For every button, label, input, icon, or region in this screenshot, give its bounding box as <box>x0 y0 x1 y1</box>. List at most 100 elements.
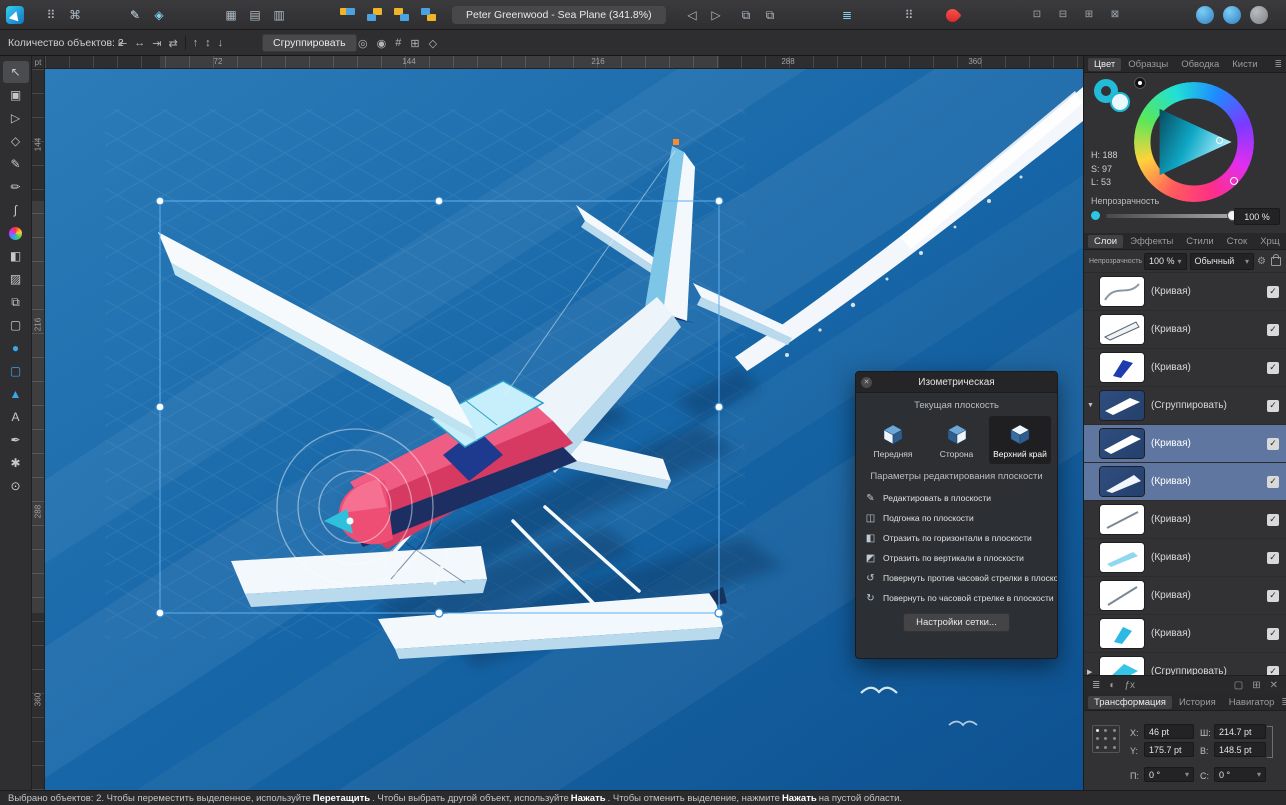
disclosure-triangle-icon[interactable]: ▶ <box>1087 668 1092 676</box>
pixel-grid-icon[interactable]: ⊞ <box>410 37 419 50</box>
horizontal-ruler[interactable]: 72 144 216 288 360 <box>45 56 1083 69</box>
action-edit-in-plane[interactable]: ✎ Редактировать в плоскости <box>856 488 1057 508</box>
node-handle[interactable] <box>673 139 679 145</box>
snap-rows-icon[interactable]: ▤ <box>246 6 264 24</box>
anchor-point-selector[interactable] <box>1092 725 1120 753</box>
align-top-icon[interactable]: ↑ <box>193 37 199 49</box>
insert-on-top-icon[interactable] <box>394 8 411 22</box>
align-middle-icon[interactable]: ↕ <box>205 37 211 49</box>
view-tool[interactable]: ✱ <box>3 452 29 474</box>
text-tool[interactable]: A <box>3 406 29 428</box>
plane-top-button[interactable]: Верхний край <box>989 416 1051 464</box>
snap-toggle-icon[interactable]: ◎ <box>358 37 368 50</box>
panel-menu-icon[interactable]: ≣ <box>1274 59 1282 70</box>
action-flip-vertical-in-plane[interactable]: ◩ Отразить по вертикали в плоскости <box>856 548 1057 568</box>
visibility-checkbox[interactable]: ✓ <box>1267 590 1279 602</box>
distribute-horizontal-icon[interactable]: ⇄ <box>168 37 177 50</box>
transparency-tool[interactable]: ▨ <box>3 268 29 290</box>
action-fit-to-plane[interactable]: ◫ Подгонка по плоскости <box>856 508 1057 528</box>
layer-row[interactable]: (Кривая) ✓ <box>1084 577 1286 615</box>
rounded-rectangle-tool[interactable]: ▢ <box>3 360 29 382</box>
visibility-checkbox[interactable]: ✓ <box>1267 476 1279 488</box>
layer-row[interactable]: (Кривая) ✓ <box>1084 311 1286 349</box>
insert-inside-icon[interactable] <box>367 8 384 22</box>
layer-row-selected[interactable]: (Кривая) ✓ <box>1084 425 1286 463</box>
visibility-checkbox[interactable]: ✓ <box>1267 514 1279 526</box>
layer-row-selected[interactable]: (Кривая) ✓ <box>1084 463 1286 501</box>
gear-icon[interactable]: ⚙ <box>1257 256 1266 267</box>
y-field[interactable]: 175.7 pt <box>1144 742 1194 757</box>
tab-swatches[interactable]: Образцы <box>1122 58 1174 71</box>
visibility-checkbox[interactable]: ✓ <box>1267 438 1279 450</box>
color-picker-tool[interactable]: ✒ <box>3 429 29 451</box>
artboard-tool[interactable]: ▣ <box>3 84 29 106</box>
tab-navigator[interactable]: Навигатор <box>1223 696 1281 709</box>
panel-menu-icon[interactable]: ≣ <box>1281 697 1286 708</box>
color-marker[interactable] <box>1216 137 1223 144</box>
opacity-slider[interactable] <box>1106 214 1234 218</box>
tab-extra[interactable]: Хрщ <box>1254 235 1285 248</box>
layer-row[interactable]: (Кривая) ✓ <box>1084 615 1286 653</box>
delete-layer-icon[interactable]: ✕ <box>1270 680 1278 691</box>
layer-row[interactable]: (Кривая) ✓ <box>1084 349 1286 387</box>
subtract-icon[interactable]: ⊟ <box>1054 6 1072 24</box>
visibility-checkbox[interactable]: ✓ <box>1267 286 1279 298</box>
tab-stock[interactable]: Сток <box>1221 235 1254 248</box>
align-bottom-icon[interactable]: ↓ <box>218 37 224 49</box>
tab-effects[interactable]: Эффекты <box>1124 235 1179 248</box>
arrange-forward-icon[interactable]: ⧉ <box>737 6 755 24</box>
group-row[interactable]: ▶ (Сгруппировать) ✓ <box>1084 653 1286 675</box>
align-right-icon[interactable]: ⇥ <box>152 37 161 50</box>
node-snap-icon[interactable]: ◇ <box>429 37 437 50</box>
profile-icon[interactable] <box>1250 6 1268 24</box>
visibility-checkbox[interactable]: ✓ <box>1267 362 1279 374</box>
flip-horizontal-icon[interactable]: ◁ <box>683 6 701 24</box>
visibility-checkbox[interactable]: ✓ <box>1267 400 1279 412</box>
pencil-tool[interactable]: ✏ <box>3 176 29 198</box>
triangle-tool[interactable]: ▲ <box>3 383 29 405</box>
layer-stack-icon[interactable]: ≣ <box>1092 680 1100 691</box>
layer-opacity-dropdown[interactable]: 100 % ▾ <box>1144 253 1187 270</box>
snap-candidates-icon[interactable]: ◉ <box>377 37 387 50</box>
point-transform-tool[interactable]: ◇ <box>3 130 29 152</box>
tab-stroke[interactable]: Обводка <box>1175 58 1225 71</box>
tab-history[interactable]: История <box>1173 696 1222 709</box>
move-tool[interactable]: ↖ <box>3 61 29 83</box>
align-left-icon[interactable]: ⇤ <box>118 37 127 50</box>
snap-columns-icon[interactable]: ▥ <box>270 6 288 24</box>
layer-row[interactable]: (Кривая) ✓ <box>1084 539 1286 577</box>
alignment-icon[interactable]: ≣ <box>838 6 856 24</box>
width-field[interactable]: 214.7 pt <box>1214 724 1266 739</box>
group-row[interactable]: ▼ (Сгруппировать) ✓ <box>1084 387 1286 425</box>
grid-toggle-icon[interactable]: # <box>395 37 401 49</box>
insert-behind-icon[interactable] <box>340 8 357 22</box>
crop-tool[interactable]: ⧉ <box>3 291 29 313</box>
new-layer-icon[interactable]: ⊞ <box>1252 680 1260 691</box>
fill-tool[interactable] <box>3 222 29 244</box>
share-icon[interactable]: ⌘ <box>66 6 84 24</box>
vertical-ruler[interactable]: 144 216 288 360 <box>32 69 45 790</box>
close-icon[interactable]: ✕ <box>861 377 872 388</box>
align-center-icon[interactable]: ↔ <box>134 37 145 49</box>
rotation-field[interactable]: 0 ° ▾ <box>1144 767 1194 782</box>
blend-mode-dropdown[interactable]: Обычный ▾ <box>1190 253 1254 270</box>
canvas-viewport[interactable]: ✕ Изометрическая Текущая плоскость Перед… <box>45 69 1083 790</box>
tab-transform[interactable]: Трансформация <box>1088 696 1172 709</box>
adjustment-icon[interactable]: ◐ <box>1109 680 1115 691</box>
tab-color[interactable]: Цвет <box>1088 58 1121 71</box>
vector-brush-tool[interactable]: ∫ <box>3 199 29 221</box>
tab-layers[interactable]: Слои <box>1088 235 1123 248</box>
assets-grid-icon[interactable]: ⠿ <box>900 6 918 24</box>
lock-icon[interactable] <box>1271 257 1281 266</box>
hue-marker[interactable] <box>1230 177 1238 185</box>
cloud-account-icon[interactable] <box>1196 6 1214 24</box>
x-field[interactable]: 46 pt <box>1144 724 1194 739</box>
ellipse-tool[interactable]: ● <box>3 337 29 359</box>
visibility-checkbox[interactable]: ✓ <box>1267 324 1279 336</box>
action-flip-horizontal-in-plane[interactable]: ◧ Отразить по горизонтали в плоскости <box>856 528 1057 548</box>
vector-pen-icon[interactable]: ✎ <box>126 6 144 24</box>
plane-side-button[interactable]: Сторона <box>926 416 988 464</box>
grid-settings-button[interactable]: Настройки сетки... <box>903 613 1010 632</box>
layer-row[interactable]: (Кривая) ✓ <box>1084 501 1286 539</box>
insert-front-icon[interactable] <box>421 8 438 22</box>
